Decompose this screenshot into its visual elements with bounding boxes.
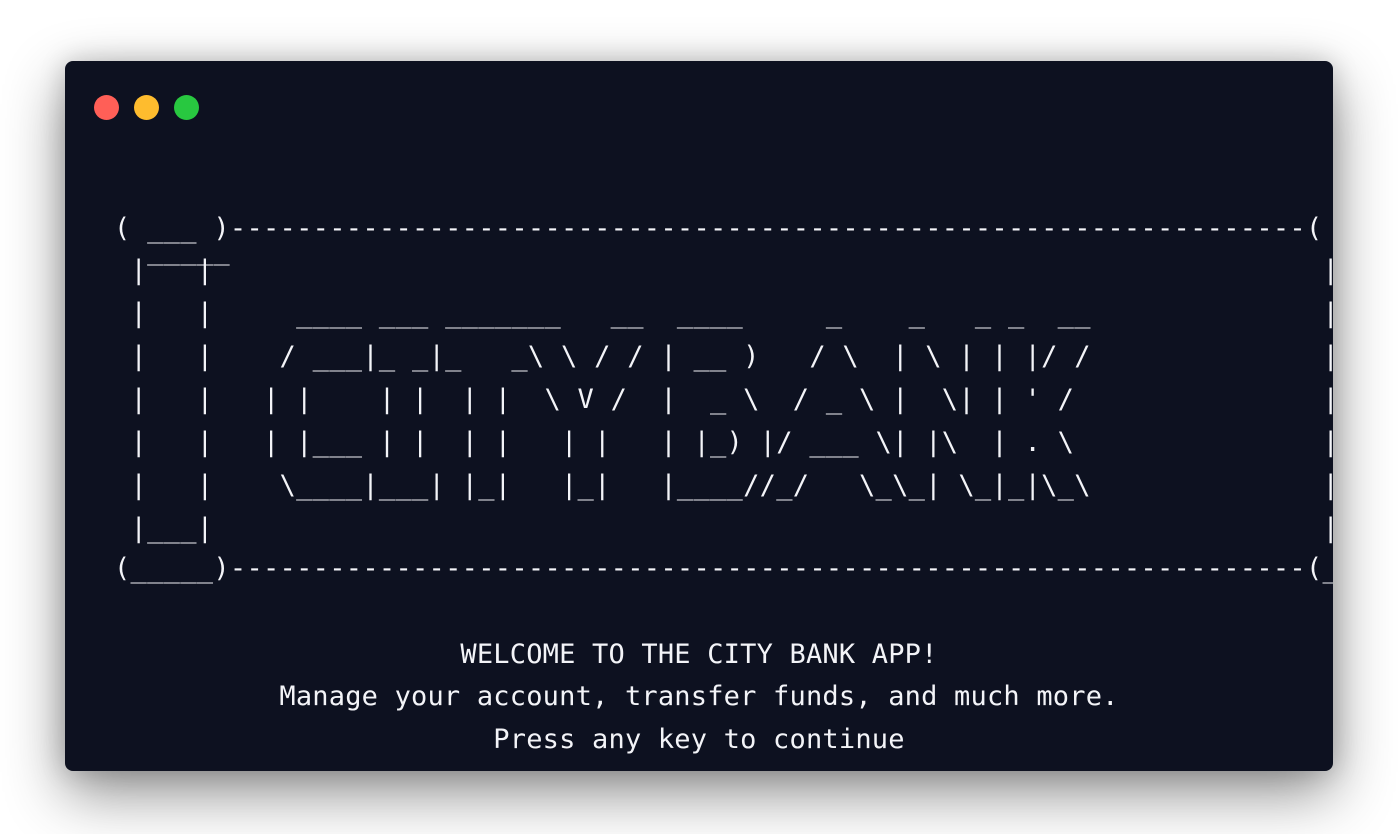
continue-prompt: Press any key to continue — [493, 724, 905, 755]
terminal-window: _____ _____ ( ___ )---------------------… — [65, 61, 1333, 771]
banner-line: | | ____ ___ _______ __ ____ _ _ _ _ __ … — [114, 298, 1333, 329]
banner-line: | | | | | | | | \ V / | _ \ / _ \ | \| |… — [114, 384, 1333, 415]
banner-line: | | | |___ | | | | | | | |_) |/ ___ \| |… — [114, 427, 1333, 458]
banner-line: |___| |___| — [114, 513, 1333, 544]
banner-line: | | / ___|_ _|_ _\ \ / / | __ ) / \ | \ … — [114, 341, 1333, 372]
terminal-output[interactable]: _____ _____ ( ___ )---------------------… — [65, 61, 1333, 771]
banner-line: | | | | — [114, 255, 1333, 286]
banner-line: | | \____|___| |_| |_| |____//_/ \_\_| \… — [114, 470, 1333, 501]
welcome-heading: WELCOME TO THE CITY BANK APP! — [460, 639, 938, 670]
banner-line: ( ___ )---------------------------------… — [114, 213, 1333, 244]
banner-line: (_____)---------------------------------… — [114, 553, 1333, 584]
welcome-tagline: Manage your account, transfer funds, and… — [279, 681, 1119, 712]
